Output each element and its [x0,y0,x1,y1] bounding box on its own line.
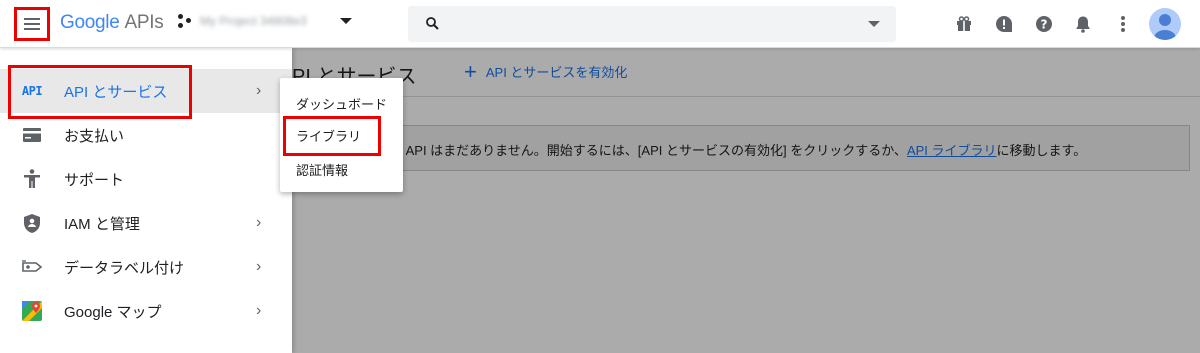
search-options-icon[interactable] [868,21,880,27]
api-services-submenu: ダッシュボード ライブラリ 認証情報 [280,78,403,192]
sidebar-item-label: Google マップ [64,303,162,321]
project-name: My Project 34808e3 [200,14,307,28]
project-icon [178,14,192,28]
maps-icon [22,301,42,321]
search-icon [426,17,439,30]
chevron-right-icon: › [256,258,262,275]
submenu-item-dashboard[interactable]: ダッシュボード [296,94,387,113]
sidebar-item-data-labeling[interactable]: データラベル付け › [0,245,292,289]
shield-icon [22,213,42,233]
chevron-right-icon: › [256,214,262,231]
sidebar-item-label: サポート [64,171,125,189]
notifications-icon[interactable] [1072,13,1094,35]
api-icon: API [21,84,43,98]
sidebar-item-api-services[interactable]: API API とサービス › [0,69,292,113]
chevron-right-icon: › [256,82,262,99]
sidebar-item-billing[interactable]: お支払い [0,113,292,157]
scrim-overlay[interactable] [292,48,1200,353]
chevron-down-icon [340,18,352,24]
top-app-bar: Google APIs My Project 34808e3 ? [0,0,1200,48]
submenu-item-library[interactable]: ライブラリ [296,126,361,145]
sidebar-item-label: IAM と管理 [64,215,140,233]
gift-icon[interactable] [953,13,975,35]
sidebar-item-label: お支払い [64,127,125,145]
logo-apis: APIs [124,12,164,33]
chevron-right-icon: › [256,302,262,319]
nav-drawer: API API とサービス › お支払い サポート IAM と管理 › データラ… [0,48,292,353]
sidebar-item-google-maps[interactable]: Google マップ › [0,289,292,333]
more-vert-icon[interactable] [1112,13,1134,35]
avatar[interactable] [1149,8,1181,40]
support-icon [22,169,42,189]
search-input[interactable] [452,6,852,42]
sidebar-item-support[interactable]: サポート [0,157,292,201]
submenu-item-credentials[interactable]: 認証情報 [296,160,348,179]
help-icon[interactable]: ? [1033,13,1055,35]
feedback-icon[interactable] [993,13,1015,35]
logo-google: Google [60,12,120,33]
sidebar-item-iam[interactable]: IAM と管理 › [0,201,292,245]
sidebar-item-label: API とサービス [64,83,168,101]
search-bar[interactable] [408,6,896,42]
billing-icon [22,125,42,145]
google-apis-logo[interactable]: Google APIs [60,12,164,34]
sidebar-item-label: データラベル付け [64,259,185,277]
project-selector[interactable]: My Project 34808e3 [178,14,352,28]
svg-text:?: ? [1041,18,1048,32]
label-icon [22,257,42,277]
menu-icon[interactable] [14,7,50,41]
